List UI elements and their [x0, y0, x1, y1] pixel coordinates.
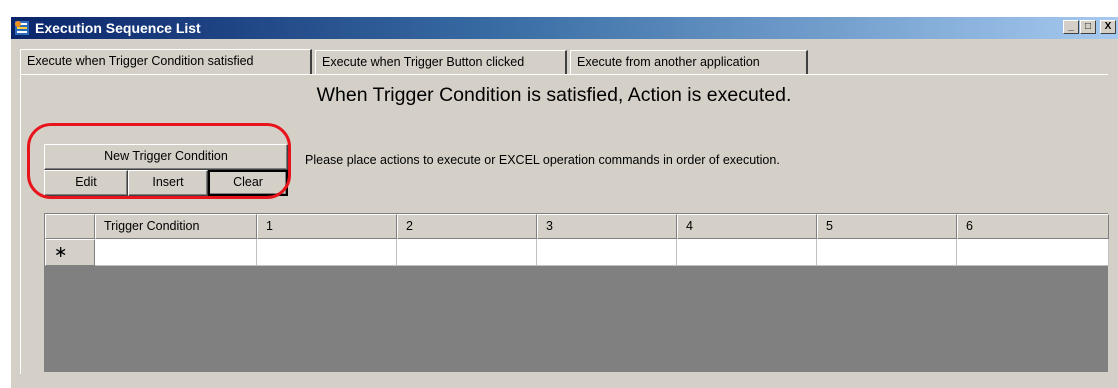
minimize-icon[interactable]: _ — [1063, 20, 1079, 34]
cell-4[interactable] — [677, 239, 817, 266]
table-row[interactable]: ∗ — [45, 239, 1109, 266]
column-header-1[interactable]: 1 — [257, 214, 397, 239]
tab-another-application[interactable]: Execute from another application — [570, 50, 808, 74]
maximize-icon[interactable]: □ — [1080, 20, 1096, 34]
column-header-5[interactable]: 5 — [817, 214, 957, 239]
panel-heading: When Trigger Condition is satisfied, Act… — [316, 84, 792, 106]
close-icon[interactable]: X — [1100, 20, 1116, 34]
cell-1[interactable] — [257, 239, 397, 266]
cell-6[interactable] — [957, 239, 1109, 266]
column-header-4[interactable]: 4 — [677, 214, 817, 239]
column-header-3[interactable]: 3 — [537, 214, 677, 239]
cell-5[interactable] — [817, 239, 957, 266]
grid-corner-header — [45, 214, 95, 239]
highlight-callout — [27, 123, 291, 199]
column-header-2[interactable]: 2 — [397, 214, 537, 239]
tab-trigger-condition[interactable]: Execute when Trigger Condition satisfied — [20, 49, 312, 75]
instruction-text: Please place actions to execute or EXCEL… — [305, 153, 780, 167]
cell-2[interactable] — [397, 239, 537, 266]
new-row-marker: ∗ — [45, 239, 95, 266]
grid-header-row: Trigger Condition 1 2 3 4 5 6 — [45, 214, 1109, 239]
cell-3[interactable] — [537, 239, 677, 266]
window-title: Execution Sequence List — [35, 20, 201, 36]
execution-grid[interactable]: Trigger Condition 1 2 3 4 5 6 ∗ — [44, 213, 1109, 372]
column-header-6[interactable]: 6 — [957, 214, 1109, 239]
app-icon — [15, 21, 29, 35]
column-header-trigger-condition[interactable]: Trigger Condition — [95, 214, 257, 239]
cell-trigger-condition[interactable] — [95, 239, 257, 266]
title-bar[interactable]: Execution Sequence List _ □ X — [11, 17, 1118, 39]
tab-trigger-button[interactable]: Execute when Trigger Button clicked — [315, 50, 567, 74]
